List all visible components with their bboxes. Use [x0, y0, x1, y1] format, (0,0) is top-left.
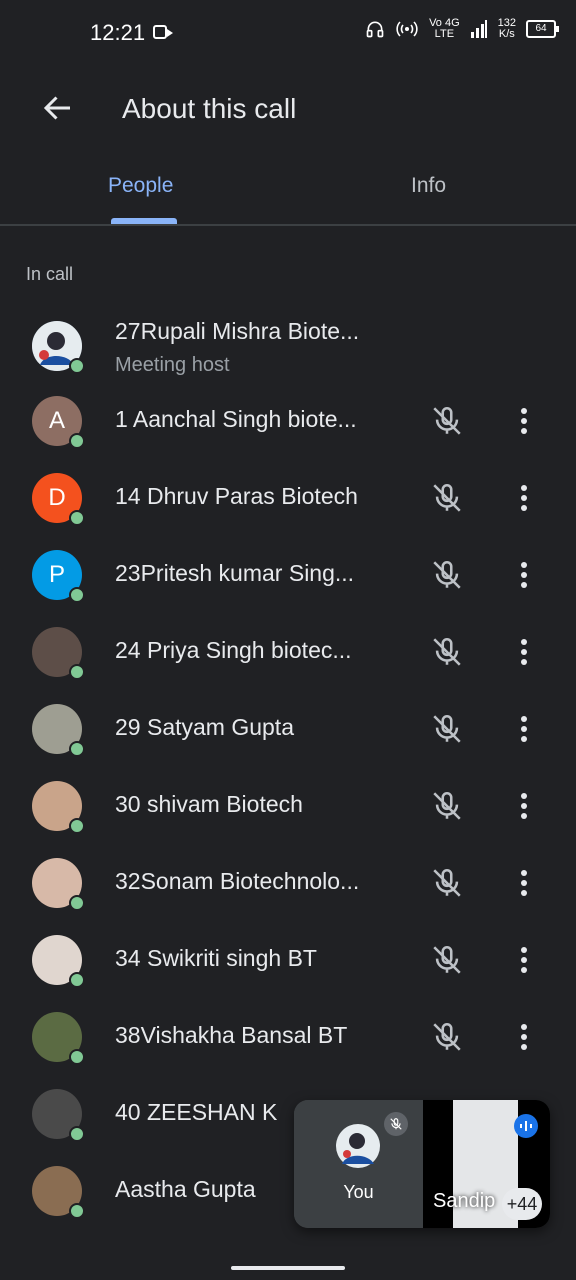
- speed-unit: K/s: [498, 28, 515, 40]
- avatar-initial: A: [48, 407, 65, 434]
- avatar: [32, 627, 85, 680]
- participant-row[interactable]: 29 Satyam Gupta: [0, 690, 576, 766]
- more-options-icon[interactable]: [512, 712, 536, 746]
- hotspot-icon: [396, 21, 418, 37]
- host-role: Meeting host: [115, 354, 230, 376]
- mic-off-icon: [433, 791, 461, 820]
- online-dot: [69, 895, 85, 911]
- online-dot: [69, 1049, 85, 1065]
- avatar-initial: P: [48, 561, 65, 588]
- app-bar: About this call: [0, 64, 576, 156]
- participant-name: 1 Aanchal Singh biote...: [115, 406, 357, 432]
- speaking-indicator-icon: [514, 1114, 538, 1138]
- participant-row[interactable]: 34 Swikriti singh BT: [0, 921, 576, 997]
- avatar: [32, 858, 85, 911]
- participant-name: 14 Dhruv Paras Biotech: [115, 483, 358, 509]
- avatar: [32, 1166, 85, 1219]
- network-bottom: LTE: [434, 28, 455, 40]
- more-options-icon[interactable]: [512, 404, 536, 438]
- mic-off-icon: [433, 714, 461, 743]
- avatar: [32, 781, 85, 834]
- more-options-icon[interactable]: [512, 866, 536, 900]
- tab-indicator: [111, 218, 177, 224]
- section-header-in-call: In call: [26, 264, 74, 284]
- tab-people[interactable]: People: [108, 174, 173, 198]
- signal-icon: [470, 20, 487, 38]
- avatar: [32, 935, 85, 988]
- more-participants-badge[interactable]: +44: [502, 1188, 542, 1220]
- mic-off-icon: [433, 1022, 461, 1051]
- avatar: [32, 704, 85, 757]
- video-recording-icon: [153, 25, 173, 39]
- participant-row[interactable]: A 1 Aanchal Singh biote...: [0, 382, 576, 458]
- gesture-bar[interactable]: [231, 1266, 345, 1270]
- more-options-icon[interactable]: [512, 789, 536, 823]
- online-dot: [69, 1203, 85, 1219]
- participant-name: Aastha Gupta: [115, 1176, 256, 1202]
- avatar: [32, 1089, 85, 1142]
- back-arrow-icon[interactable]: [40, 90, 76, 126]
- self-avatar: [336, 1124, 380, 1168]
- battery-icon: 64: [526, 20, 559, 38]
- participant-row[interactable]: 24 Priya Singh biotec...: [0, 613, 576, 689]
- online-dot: [69, 664, 85, 680]
- more-options-icon[interactable]: [512, 481, 536, 515]
- online-dot: [69, 587, 85, 603]
- participant-name: 32Sonam Biotechnolo...: [115, 868, 360, 894]
- participant-name: 38Vishakha Bansal BT: [115, 1022, 348, 1048]
- mic-off-icon: [433, 406, 461, 435]
- more-options-icon[interactable]: [512, 1020, 536, 1054]
- participant-name: 24 Priya Singh biotec...: [115, 637, 352, 663]
- online-dot: [69, 433, 85, 449]
- status-icons: Vo 4G LTE 132 K/s 64: [365, 18, 559, 40]
- pip-self-label: You: [343, 1182, 374, 1202]
- avatar: D: [32, 473, 85, 526]
- tab-bar: People Info: [0, 160, 576, 226]
- photo-avatar-icon: [336, 1124, 380, 1168]
- online-dot: [69, 818, 85, 834]
- status-bar: 12:21 Vo 4G LTE 132 K/s 64: [0, 0, 576, 64]
- participant-name: 27Rupali Mishra Biote...: [115, 318, 360, 344]
- host-row[interactable]: 27Rupali Mishra Biote... Meeting host: [0, 316, 576, 392]
- headphones-icon: [366, 21, 384, 38]
- participant-name: 30 shivam Biotech: [115, 791, 303, 817]
- avatar: [32, 1012, 85, 1065]
- mic-off-icon: [433, 560, 461, 589]
- participant-row[interactable]: P 23Pritesh kumar Sing...: [0, 536, 576, 612]
- mic-off-icon: [433, 637, 461, 666]
- tab-info[interactable]: Info: [411, 174, 446, 198]
- participant-row[interactable]: 30 shivam Biotech: [0, 767, 576, 843]
- more-options-icon[interactable]: [512, 558, 536, 592]
- mic-off-icon: [384, 1112, 408, 1136]
- online-dot: [69, 510, 85, 526]
- pip-video-tile[interactable]: You Sandip +44: [294, 1100, 550, 1228]
- avatar: [32, 321, 85, 374]
- mic-off-icon: [433, 868, 461, 897]
- avatar: A: [32, 396, 85, 449]
- online-dot: [69, 358, 85, 374]
- participant-row[interactable]: 32Sonam Biotechnolo...: [0, 844, 576, 920]
- participant-row[interactable]: D 14 Dhruv Paras Biotech: [0, 459, 576, 535]
- avatar: P: [32, 550, 85, 603]
- online-dot: [69, 972, 85, 988]
- participant-name: 23Pritesh kumar Sing...: [115, 560, 355, 586]
- page-title: About this call: [122, 93, 297, 124]
- online-dot: [69, 1126, 85, 1142]
- pip-other-tile[interactable]: Sandip +44: [423, 1100, 550, 1228]
- participant-name: 29 Satyam Gupta: [115, 714, 294, 740]
- avatar-initial: D: [48, 484, 66, 511]
- network-type: Vo 4G LTE: [429, 18, 460, 40]
- more-options-icon[interactable]: [512, 943, 536, 977]
- participant-name: 40 ZEESHAN K: [115, 1099, 278, 1125]
- participant-row[interactable]: 38Vishakha Bansal BT: [0, 998, 576, 1074]
- pip-self-tile[interactable]: You: [294, 1100, 423, 1228]
- more-options-icon[interactable]: [512, 635, 536, 669]
- status-time: 12:21: [90, 20, 146, 45]
- pip-other-label: Sandip: [433, 1190, 496, 1212]
- online-dot: [69, 741, 85, 757]
- network-speed: 132 K/s: [498, 18, 516, 40]
- mic-off-icon: [433, 945, 461, 974]
- participant-name: 34 Swikriti singh BT: [115, 945, 317, 971]
- mic-off-icon: [433, 483, 461, 512]
